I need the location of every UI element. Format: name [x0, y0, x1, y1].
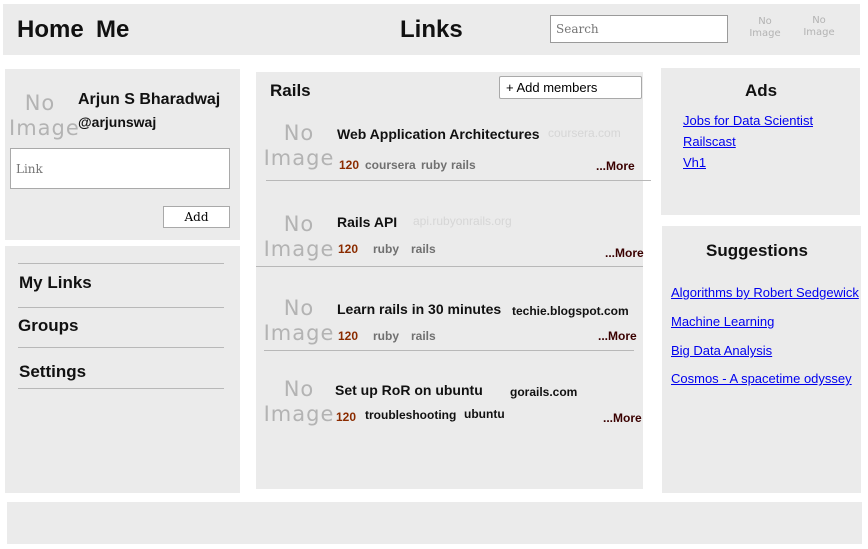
link-domain[interactable]: coursera.com: [548, 126, 621, 140]
add-members-button[interactable]: + Add members: [499, 76, 642, 99]
suggestion-link[interactable]: Big Data Analysis: [671, 343, 774, 358]
link-thumbnail[interactable]: No Image: [263, 377, 335, 427]
link-more[interactable]: ...More: [605, 246, 644, 260]
menu-item-groups[interactable]: Groups: [18, 316, 78, 336]
link-title[interactable]: Web Application Architectures: [337, 126, 542, 142]
menu-divider: [18, 388, 224, 389]
link-count: 120: [338, 242, 359, 256]
link-tag[interactable]: ruby: [373, 242, 399, 256]
suggestions-panel: [662, 226, 861, 493]
profile-handle: @arjunswaj: [78, 114, 157, 130]
link-tag[interactable]: rails: [451, 158, 476, 172]
page-title: Links: [400, 16, 463, 43]
link-domain[interactable]: techie.blogspot.com: [512, 304, 629, 318]
profile-name: Arjun S Bharadwaj: [78, 91, 221, 108]
link-domain[interactable]: gorails.com: [510, 385, 577, 399]
link-more[interactable]: ...More: [596, 159, 635, 173]
menu-divider: [18, 347, 224, 348]
link-count: 120: [338, 329, 359, 343]
ad-link[interactable]: Jobs for Data Scientists: [683, 113, 813, 128]
ad-link[interactable]: Railscast: [683, 134, 736, 149]
link-thumbnail[interactable]: No Image: [263, 212, 335, 262]
link-tag[interactable]: rails: [411, 329, 436, 343]
search-input[interactable]: [550, 15, 728, 43]
suggestion-link[interactable]: Algorithms by Robert Sedgewick: [671, 285, 860, 300]
link-count: 120: [339, 158, 360, 172]
link-domain[interactable]: api.rubyonrails.org: [413, 214, 512, 228]
menu-divider: [18, 307, 224, 308]
nav-me-link[interactable]: Me: [96, 16, 129, 44]
link-title[interactable]: Learn rails in 30 minutes: [337, 301, 501, 317]
link-divider: [256, 266, 643, 267]
avatar: No Image: [9, 91, 80, 141]
link-more[interactable]: ...More: [603, 411, 642, 425]
link-tag[interactable]: troubleshooting: [365, 408, 456, 422]
link-thumbnail[interactable]: No Image: [263, 121, 335, 171]
link-tag[interactable]: coursera: [365, 158, 416, 172]
link-title[interactable]: Set up RoR on ubuntu: [335, 382, 483, 398]
menu-item-settings[interactable]: Settings: [19, 362, 86, 382]
link-divider: [266, 180, 651, 181]
suggestion-link[interactable]: Cosmos - A spacetime odyssey: [671, 371, 852, 386]
link-tag[interactable]: ruby: [373, 329, 399, 343]
link-tag[interactable]: rails: [411, 242, 436, 256]
nav-home-link[interactable]: Home: [17, 16, 84, 44]
link-title[interactable]: Rails API: [337, 214, 397, 230]
link-tag[interactable]: ubuntu: [464, 407, 505, 421]
ads-title: Ads: [745, 81, 778, 100]
suggestions-title: Suggestions: [706, 241, 809, 260]
link-more[interactable]: ...More: [598, 329, 637, 343]
menu-divider: [18, 263, 224, 264]
link-count: 120: [336, 410, 357, 424]
menu-item-my-links[interactable]: My Links: [19, 273, 92, 293]
footer-bar: [7, 502, 862, 544]
header-image-placeholder-2[interactable]: No Image: [799, 15, 839, 39]
link-thumbnail[interactable]: No Image: [263, 296, 335, 346]
add-link-button[interactable]: Add: [163, 206, 230, 228]
link-divider: [264, 350, 634, 351]
header-image-placeholder-1[interactable]: No Image: [745, 16, 785, 40]
link-input[interactable]: [10, 148, 230, 189]
group-title: Rails: [270, 81, 311, 100]
link-tag[interactable]: ruby: [421, 158, 447, 172]
ad-link[interactable]: Vh1: [683, 155, 706, 170]
suggestion-link[interactable]: Machine Learning: [671, 314, 774, 329]
